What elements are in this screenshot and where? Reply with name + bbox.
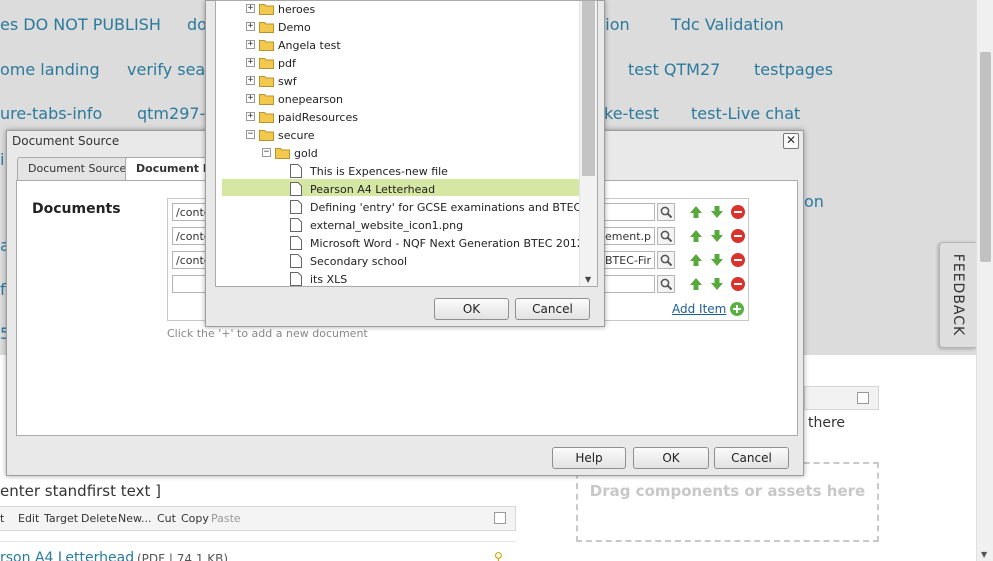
move-down-arrow-icon[interactable] xyxy=(710,229,724,243)
documents-label: Documents xyxy=(32,201,121,217)
move-up-arrow-icon[interactable] xyxy=(689,277,703,291)
document-icon xyxy=(290,164,302,178)
remove-icon[interactable] xyxy=(731,277,745,291)
folder-icon xyxy=(259,94,274,105)
scroll-down-arrow-icon[interactable]: ▼ xyxy=(981,550,987,559)
content-browser-dialog: + heroes + Demo + Angela test + pdf + sw… xyxy=(205,0,605,327)
bg-link-test-live-chat[interactable]: test-Live chat xyxy=(691,104,800,123)
expand-icon[interactable]: + xyxy=(246,4,255,13)
expand-icon[interactable]: + xyxy=(246,22,255,31)
add-item-link[interactable]: Add Item xyxy=(672,302,726,316)
bg-link-tdc-validation[interactable]: Tdc Validation xyxy=(671,15,784,34)
select-checkbox[interactable] xyxy=(857,392,869,404)
bg-link-qtm297[interactable]: qtm297-s xyxy=(137,104,214,123)
bg-link-verify-search[interactable]: verify sear xyxy=(127,60,212,79)
target-button[interactable]: Target xyxy=(44,512,78,525)
document-icon xyxy=(290,236,302,250)
toolbar-item[interactable]: t xyxy=(0,512,4,525)
tab-document-source[interactable]: Document Source xyxy=(17,157,138,180)
asset-row: rson A4 Letterhead (PDF | 74.1 KB) ⚲ xyxy=(0,541,516,561)
bg-link-testpages[interactable]: testpages xyxy=(754,60,833,79)
open-folder-icon xyxy=(275,148,290,159)
folder-icon xyxy=(259,4,274,15)
add-icon[interactable] xyxy=(730,302,744,316)
bg-link-test-qtm27[interactable]: test QTM27 xyxy=(628,60,720,79)
cut-button[interactable]: Cut xyxy=(157,512,176,525)
ok-button[interactable]: OK xyxy=(434,298,509,320)
edit-button[interactable]: Edit xyxy=(18,512,39,525)
move-up-arrow-icon[interactable] xyxy=(689,205,703,219)
document-icon xyxy=(290,272,302,286)
cancel-button[interactable]: Cancel xyxy=(515,298,590,320)
page-scrollbar[interactable]: ▼ xyxy=(976,0,993,561)
bg-fragment[interactable]: on xyxy=(804,192,824,211)
paste-button[interactable]: Paste xyxy=(211,512,241,525)
expand-icon[interactable]: + xyxy=(246,58,255,67)
standfirst-placeholder[interactable]: enter standfirst text ] xyxy=(0,482,161,500)
select-checkbox[interactable] xyxy=(494,512,506,524)
document-icon xyxy=(290,182,302,196)
folder-icon xyxy=(259,112,274,123)
collapse-icon[interactable]: − xyxy=(246,130,255,139)
page-scrollbar-thumb[interactable] xyxy=(980,52,991,262)
tree-scrollbar-thumb[interactable] xyxy=(582,1,595,176)
close-icon[interactable]: ✕ xyxy=(783,133,799,149)
bg-link-smoke-test[interactable]: ke-test xyxy=(604,104,659,123)
search-icon[interactable] xyxy=(657,251,675,269)
expand-icon[interactable]: + xyxy=(246,112,255,121)
help-button[interactable]: Help xyxy=(552,447,626,469)
delete-button[interactable]: Delete xyxy=(81,512,117,525)
bg-link-do-not-publish[interactable]: es DO NOT PUBLISH xyxy=(0,15,161,34)
expand-icon[interactable]: + xyxy=(246,94,255,103)
folder-icon xyxy=(259,58,274,69)
remove-icon[interactable] xyxy=(731,205,745,219)
search-icon[interactable] xyxy=(657,227,675,245)
move-up-arrow-icon[interactable] xyxy=(689,229,703,243)
folder-icon xyxy=(259,22,274,33)
folder-icon xyxy=(259,76,274,87)
content-tree: + heroes + Demo + Angela test + pdf + sw… xyxy=(215,0,598,287)
cancel-button[interactable]: Cancel xyxy=(714,447,789,469)
asset-meta: (PDF | 74.1 KB) xyxy=(137,552,229,561)
scroll-down-arrow-icon[interactable]: ▼ xyxy=(585,275,591,284)
edit-toolbar: t Edit Target Delete New... Cut Copy Pas… xyxy=(0,506,516,531)
remove-icon[interactable] xyxy=(731,253,745,267)
document-icon xyxy=(290,200,302,214)
bg-link-do[interactable]: do xyxy=(187,15,207,34)
add-document-hint: Click the '+' to add a new document xyxy=(167,327,368,340)
feedback-tab[interactable]: FEEDBACK xyxy=(939,242,976,348)
tree-scrollbar[interactable]: ▼ xyxy=(579,1,597,286)
dialog-title: Document Source xyxy=(12,134,120,148)
move-down-arrow-icon[interactable] xyxy=(710,277,724,291)
move-down-arrow-icon[interactable] xyxy=(710,205,724,219)
component-toolbar xyxy=(804,386,879,410)
collapse-icon[interactable]: − xyxy=(262,148,271,157)
expand-icon[interactable]: + xyxy=(246,76,255,85)
drop-zone-label: Drag components or assets here xyxy=(589,482,866,500)
document-icon xyxy=(290,218,302,232)
move-up-arrow-icon[interactable] xyxy=(689,253,703,267)
folder-icon xyxy=(259,40,274,51)
copy-button[interactable]: Copy xyxy=(181,512,209,525)
feedback-label: FEEDBACK xyxy=(950,253,966,337)
bg-fragment: f xyxy=(0,280,6,299)
search-icon[interactable] xyxy=(657,203,675,221)
move-down-arrow-icon[interactable] xyxy=(710,253,724,267)
key-icon: ⚲ xyxy=(494,550,503,561)
asset-link[interactable]: rson A4 Letterhead xyxy=(0,550,134,561)
ok-button[interactable]: OK xyxy=(633,447,709,469)
open-folder-icon xyxy=(259,130,274,141)
bg-link-home-landing[interactable]: ome landing xyxy=(0,60,100,79)
document-icon xyxy=(290,254,302,268)
body-text: there xyxy=(808,415,846,431)
expand-icon[interactable]: + xyxy=(246,40,255,49)
remove-icon[interactable] xyxy=(731,229,745,243)
bg-fragment: i xyxy=(0,150,5,169)
search-icon[interactable] xyxy=(657,275,675,293)
bg-link-feature-tabs-info[interactable]: ure-tabs-info xyxy=(0,104,102,123)
new-button[interactable]: New... xyxy=(118,512,151,525)
